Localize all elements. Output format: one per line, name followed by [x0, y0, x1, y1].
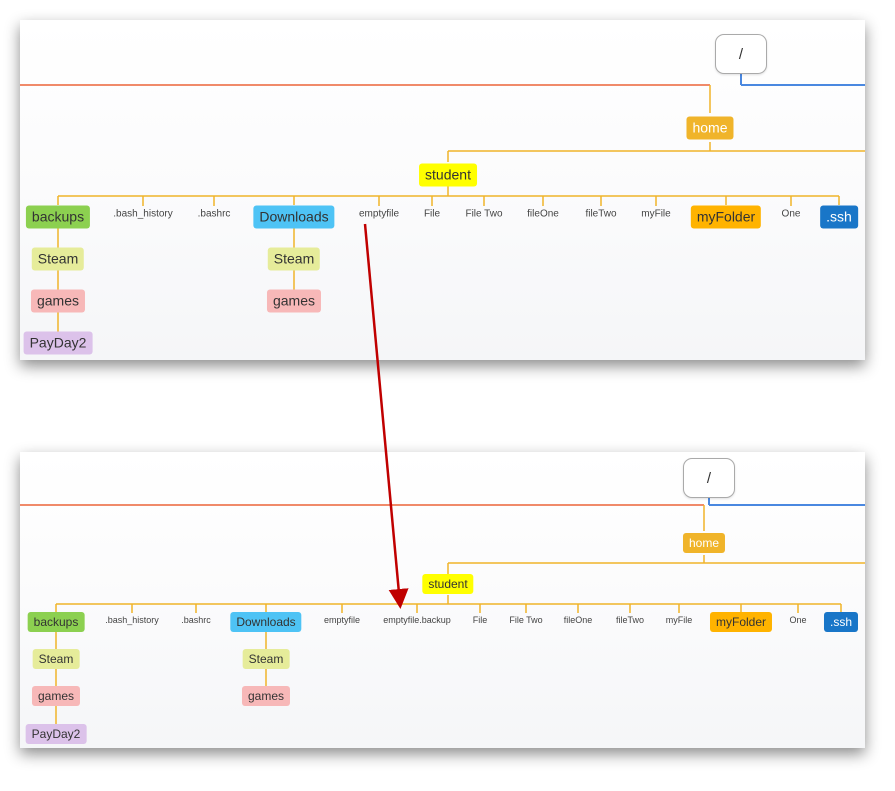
bottom-root-node[interactable]: / [683, 458, 735, 498]
bottom-file-two-node[interactable]: File Two [508, 615, 543, 625]
top-downloads-steam-node[interactable]: Steam [267, 247, 321, 271]
bottom-home-node[interactable]: home [682, 533, 726, 553]
bottom-payday-node[interactable]: PayDay2 [25, 724, 87, 744]
top-file-two-node[interactable]: File Two [464, 209, 503, 220]
top-fileone-node[interactable]: fileOne [526, 209, 560, 220]
bottom-emptyfile-backup-node[interactable]: emptyfile.backup [382, 615, 452, 625]
bottom-tree-panel: / home student backups Steam games PayDa… [20, 452, 865, 748]
top-downloads-node[interactable]: Downloads [253, 205, 335, 229]
bottom-filetwo-node[interactable]: fileTwo [615, 615, 645, 625]
bottom-backups-steam-node[interactable]: Steam [32, 649, 80, 669]
top-payday-node[interactable]: PayDay2 [23, 331, 93, 355]
top-bash-history-node[interactable]: .bash_history [112, 209, 173, 220]
top-one-node[interactable]: One [781, 209, 802, 220]
bottom-ssh-node[interactable]: .ssh [823, 612, 859, 632]
top-student-node[interactable]: student [419, 163, 477, 187]
bottom-myfile-node[interactable]: myFile [665, 615, 694, 625]
bottom-downloads-node[interactable]: Downloads [230, 612, 302, 632]
bottom-student-node[interactable]: student [422, 574, 474, 594]
bottom-myfolder-node[interactable]: myFolder [709, 612, 773, 632]
bottom-emptyfile-node[interactable]: emptyfile [323, 615, 361, 625]
bottom-file-node[interactable]: File [472, 615, 489, 625]
top-backups-games-node[interactable]: games [30, 289, 86, 313]
top-bashrc-node[interactable]: .bashrc [197, 209, 232, 220]
top-filetwo-node[interactable]: fileTwo [584, 209, 617, 220]
bottom-bashrc-node[interactable]: .bashrc [180, 615, 212, 625]
bottom-backups-node[interactable]: backups [27, 612, 85, 632]
top-home-node[interactable]: home [686, 116, 734, 140]
bottom-downloads-steam-node[interactable]: Steam [242, 649, 290, 669]
top-tree-panel: / home student backups Steam games PayDa… [20, 20, 865, 360]
bottom-backups-games-node[interactable]: games [31, 686, 81, 706]
bottom-downloads-games-node[interactable]: games [241, 686, 291, 706]
top-backups-steam-node[interactable]: Steam [31, 247, 85, 271]
top-backups-node[interactable]: backups [25, 205, 91, 229]
bottom-bash-history-node[interactable]: .bash_history [104, 615, 160, 625]
top-ssh-node[interactable]: .ssh [820, 205, 858, 229]
bottom-tree-connectors [20, 496, 865, 724]
bottom-fileone-node[interactable]: fileOne [563, 615, 594, 625]
top-myfolder-node[interactable]: myFolder [690, 205, 762, 229]
top-root-node[interactable]: / [715, 34, 767, 74]
top-downloads-games-node[interactable]: games [266, 289, 322, 313]
top-emptyfile-node[interactable]: emptyfile [358, 209, 400, 220]
top-file-node[interactable]: File [423, 209, 441, 220]
top-myfile-node[interactable]: myFile [640, 209, 671, 220]
bottom-one-node[interactable]: One [788, 615, 807, 625]
